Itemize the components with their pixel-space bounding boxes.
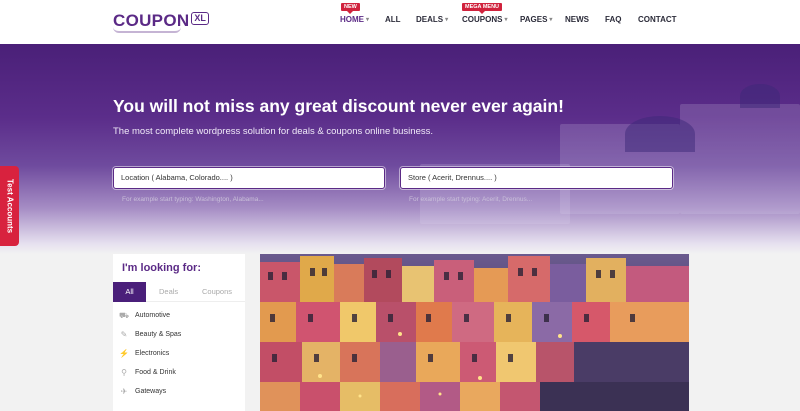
chevron-down-icon: ▾ <box>445 16 449 23</box>
nav-item-label: HOME <box>340 14 364 24</box>
dome-icon <box>740 84 780 108</box>
tab-coupons[interactable]: Coupons <box>202 282 232 302</box>
hero-title: You will not miss any great discount nev… <box>113 96 564 116</box>
nav-item-label: CONTACT <box>638 14 677 24</box>
featured-photo[interactable] <box>260 254 689 411</box>
category-label: Beauty & Spas <box>135 331 182 338</box>
looking-for-panel: I'm looking for: All Deals Coupons ⛟ Aut… <box>113 254 245 411</box>
location-input[interactable]: Location ( Alabama, Colorado.... ) <box>113 167 385 189</box>
nav-badge-mega-menu: MEGA MENU <box>462 3 503 14</box>
nav-item-label: PAGES <box>520 14 548 24</box>
nav-item-contact[interactable]: CONTACT <box>638 14 677 24</box>
category-item-food[interactable]: ⚲ Food & Drink <box>113 363 245 382</box>
category-item-beauty[interactable]: ✎ Beauty & Spas <box>113 325 245 344</box>
chevron-down-icon: ▾ <box>366 16 370 23</box>
nav-item-all[interactable]: ALL <box>385 14 401 24</box>
nav-item-faq[interactable]: FAQ <box>605 14 621 24</box>
logo-tag-icon <box>113 27 181 33</box>
hero-bg-building <box>680 104 800 214</box>
plane-icon: ✈ <box>120 387 128 396</box>
store-input[interactable]: Store ( Acerit, Drennus.... ) <box>400 167 673 189</box>
tab-all[interactable]: All <box>113 282 146 302</box>
nav-badge-new: NEW <box>341 3 360 14</box>
dome-icon <box>625 116 695 152</box>
nav-item-coupons[interactable]: COUPONS ▾ <box>462 14 507 24</box>
nav-item-label: DEALS <box>416 14 444 24</box>
chevron-down-icon: ▾ <box>549 16 553 23</box>
nav-item-pages[interactable]: PAGES ▾ <box>520 14 552 24</box>
nav-item-label: NEWS <box>565 14 589 24</box>
logo-suffix: XL <box>191 11 209 25</box>
panel-title: I'm looking for: <box>122 262 201 274</box>
category-label: Food & Drink <box>135 369 176 376</box>
brush-icon: ✎ <box>120 330 128 339</box>
cutlery-icon: ⚲ <box>121 368 127 377</box>
nav-item-label: COUPONS <box>462 14 503 24</box>
nav-item-home[interactable]: HOME ▾ <box>340 14 369 24</box>
category-label: Electronics <box>135 350 170 357</box>
car-icon: ⛟ <box>118 310 130 320</box>
chevron-down-icon: ▾ <box>504 16 508 23</box>
nav-item-label: ALL <box>385 14 401 24</box>
category-label: Automotive <box>135 312 171 319</box>
category-item-gateways[interactable]: ✈ Gateways <box>113 382 245 401</box>
nav-item-news[interactable]: NEWS <box>565 14 589 24</box>
tab-deals[interactable]: Deals <box>159 282 178 302</box>
category-label: Gateways <box>135 388 167 395</box>
hero-subtitle: The most complete wordpress solution for… <box>113 126 434 137</box>
store-hint: For example start typing: Acerit, Drennu… <box>409 196 533 203</box>
site-logo[interactable]: COUPON XL <box>113 10 209 33</box>
test-accounts-tab[interactable]: Test Accounts <box>0 166 19 246</box>
plug-icon: ⚡ <box>119 349 129 358</box>
village-photo-illustration <box>260 254 689 411</box>
site-header: COUPON XL NEW HOME ▾ ALL DEALS ▾ MEGA MENU… <box>0 0 800 44</box>
panel-tabs: All Deals Coupons <box>113 282 245 302</box>
category-item-automotive[interactable]: ⛟ Automotive <box>113 306 245 325</box>
nav-item-deals[interactable]: DEALS ▾ <box>416 14 448 24</box>
location-hint: For example start typing: Washington, Al… <box>122 196 264 203</box>
test-accounts-label: Test Accounts <box>5 178 14 234</box>
nav-item-label: FAQ <box>605 14 622 24</box>
hero-banner: You will not miss any great discount nev… <box>0 44 800 254</box>
category-item-electronics[interactable]: ⚡ Electronics <box>113 344 245 363</box>
